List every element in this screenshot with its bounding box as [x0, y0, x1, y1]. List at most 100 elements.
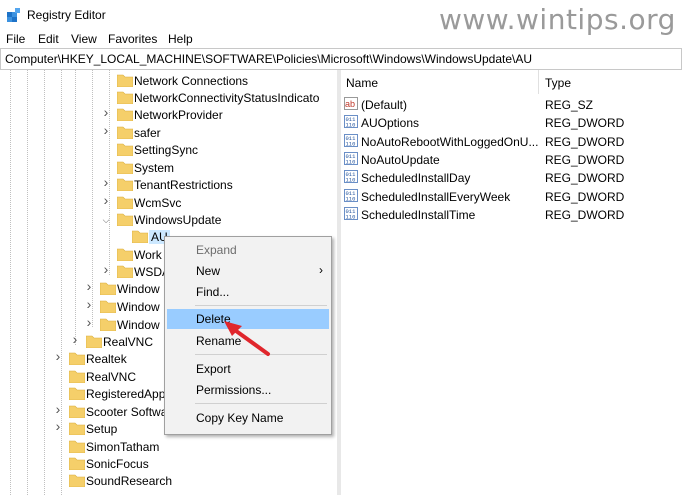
value-row[interactable]: ab (Default) REG_SZ: [341, 95, 682, 113]
tree-node[interactable]: System: [0, 159, 337, 176]
tree-node-label: SimonTatham: [86, 440, 160, 454]
folder-icon: [117, 74, 133, 87]
folder-icon: [117, 265, 133, 278]
context-item-copy-key-name[interactable]: Copy Key Name: [167, 408, 329, 428]
chevron-right-icon[interactable]: ›: [53, 419, 63, 433]
folder-icon: [117, 196, 133, 209]
tree-node[interactable]: SoundResearch: [0, 472, 337, 489]
tree-node-label: Realtek: [86, 352, 127, 366]
svg-text:110: 110: [346, 177, 356, 184]
folder-icon: [100, 282, 116, 295]
svg-text:ab: ab: [345, 99, 355, 109]
value-name: ScheduledInstallEveryWeek: [361, 189, 511, 204]
column-header-type[interactable]: Type: [545, 76, 571, 90]
context-item-find[interactable]: Find...: [167, 282, 329, 302]
tree-node[interactable]: › WcmSvc: [0, 193, 337, 211]
folder-icon: [69, 370, 85, 383]
chevron-right-icon[interactable]: ›: [101, 262, 111, 276]
dword-value-icon: 011 110: [344, 206, 358, 220]
context-item-new[interactable]: New ›: [167, 261, 329, 281]
value-row[interactable]: 011 110 NoAutoUpdate REG_DWORD: [341, 150, 682, 168]
context-item-expand[interactable]: Expand: [167, 240, 329, 260]
value-name: ScheduledInstallTime: [361, 207, 476, 222]
pointer-arrow-icon: [224, 321, 270, 356]
folder-icon: [69, 352, 85, 365]
menu-help[interactable]: Help: [168, 32, 193, 46]
title-bar: Registry Editor www.wintips.org: [0, 0, 682, 36]
chevron-right-icon[interactable]: ›: [101, 175, 111, 189]
tree-node[interactable]: › TenantRestrictions: [0, 175, 337, 193]
tree-node-label: Window: [117, 282, 160, 296]
column-header-name[interactable]: Name: [346, 76, 378, 90]
folder-icon: [69, 387, 85, 400]
chevron-right-icon[interactable]: ›: [84, 315, 94, 329]
dword-value-icon: 011 110: [344, 133, 358, 147]
tree-node[interactable]: SimonTatham: [0, 438, 337, 455]
tree-node[interactable]: SonicFocus: [0, 455, 337, 472]
tree-node-label: NetworkConnectivityStatusIndicato: [134, 91, 320, 105]
value-row[interactable]: 011 110 ScheduledInstallEveryWeek REG_DWORD: [341, 187, 682, 205]
value-row[interactable]: 011 110 ScheduledInstallTime REG_DWORD: [341, 205, 682, 223]
dword-value-icon: 011 110: [344, 115, 358, 129]
address-path: Computer\HKEY_LOCAL_MACHINE\SOFTWARE\Pol…: [5, 52, 533, 66]
svg-text:110: 110: [346, 213, 356, 220]
menu-view[interactable]: View: [71, 32, 97, 46]
tree-node-label: RegisteredApp: [86, 387, 166, 401]
folder-icon: [117, 178, 133, 191]
context-item-label: New: [196, 264, 221, 278]
chevron-right-icon[interactable]: ›: [53, 402, 63, 416]
tree-node-label: Network Connections: [134, 74, 249, 88]
menu-favorites[interactable]: Favorites: [108, 32, 157, 46]
folder-icon: [100, 318, 116, 331]
folder-icon: [86, 335, 102, 348]
tree-node[interactable]: › safer: [0, 123, 337, 141]
value-row[interactable]: 011 110 NoAutoRebootWithLoggedOnU... REG_DW…: [341, 132, 682, 150]
dword-value-icon: 011 110: [344, 151, 358, 165]
chevron-right-icon[interactable]: ›: [101, 105, 111, 119]
folder-icon: [117, 248, 133, 261]
folder-icon: [69, 405, 85, 418]
tree-node-label: Setup: [86, 422, 118, 436]
value-row[interactable]: 011 110 ScheduledInstallDay REG_DWORD: [341, 168, 682, 186]
context-item-permissions[interactable]: Permissions...: [167, 380, 329, 400]
chevron-down-icon[interactable]: ⌵: [101, 215, 111, 225]
value-row[interactable]: 011 110 AUOptions REG_DWORD: [341, 113, 682, 131]
chevron-right-icon: ›: [319, 263, 323, 277]
value-name: (Default): [361, 98, 408, 112]
tree-node-label: SonicFocus: [86, 457, 149, 471]
value-type: REG_DWORD: [545, 171, 625, 186]
address-bar[interactable]: Computer\HKEY_LOCAL_MACHINE\SOFTWARE\Pol…: [0, 48, 682, 70]
svg-text:110: 110: [346, 140, 356, 147]
tree-node-label: RealVNC: [86, 370, 137, 384]
svg-text:110: 110: [346, 195, 356, 202]
chevron-right-icon[interactable]: ›: [101, 123, 111, 137]
value-type: REG_SZ: [545, 98, 594, 112]
menu-file[interactable]: File: [6, 32, 25, 46]
folder-icon: [117, 126, 133, 139]
tree-node-label: Window: [117, 318, 160, 332]
tree-node[interactable]: NetworkConnectivityStatusIndicato: [0, 89, 337, 106]
value-type: REG_DWORD: [545, 134, 625, 149]
value-name: AUOptions: [361, 116, 420, 131]
folder-icon: [117, 91, 133, 104]
tree-node[interactable]: Network Connections: [0, 72, 337, 89]
registry-editor-icon: [7, 8, 20, 22]
chevron-right-icon[interactable]: ›: [84, 297, 94, 311]
tree-node[interactable]: › NetworkProvider: [0, 105, 337, 123]
chevron-right-icon[interactable]: ›: [84, 279, 94, 293]
menu-bar: File Edit View Favorites Help: [0, 30, 682, 48]
context-item-export[interactable]: Export: [167, 359, 329, 379]
values-list[interactable]: Name Type ab (Default) REG_SZ 011 110 AUOptio…: [341, 70, 682, 495]
value-type: REG_DWORD: [545, 152, 625, 167]
tree-node-label: SoundResearch: [86, 474, 173, 488]
value-name: ScheduledInstallDay: [361, 171, 471, 186]
chevron-right-icon[interactable]: ›: [101, 193, 111, 207]
tree-node[interactable]: SettingSync: [0, 141, 337, 158]
menu-edit[interactable]: Edit: [38, 32, 59, 46]
chevron-right-icon[interactable]: ›: [70, 332, 80, 346]
chevron-right-icon[interactable]: ›: [53, 349, 63, 363]
tree-node[interactable]: ⌵ WindowsUpdate: [0, 211, 337, 228]
tree-node-label: System: [134, 161, 175, 175]
folder-icon: [69, 457, 85, 470]
value-type: REG_DWORD: [545, 207, 625, 222]
